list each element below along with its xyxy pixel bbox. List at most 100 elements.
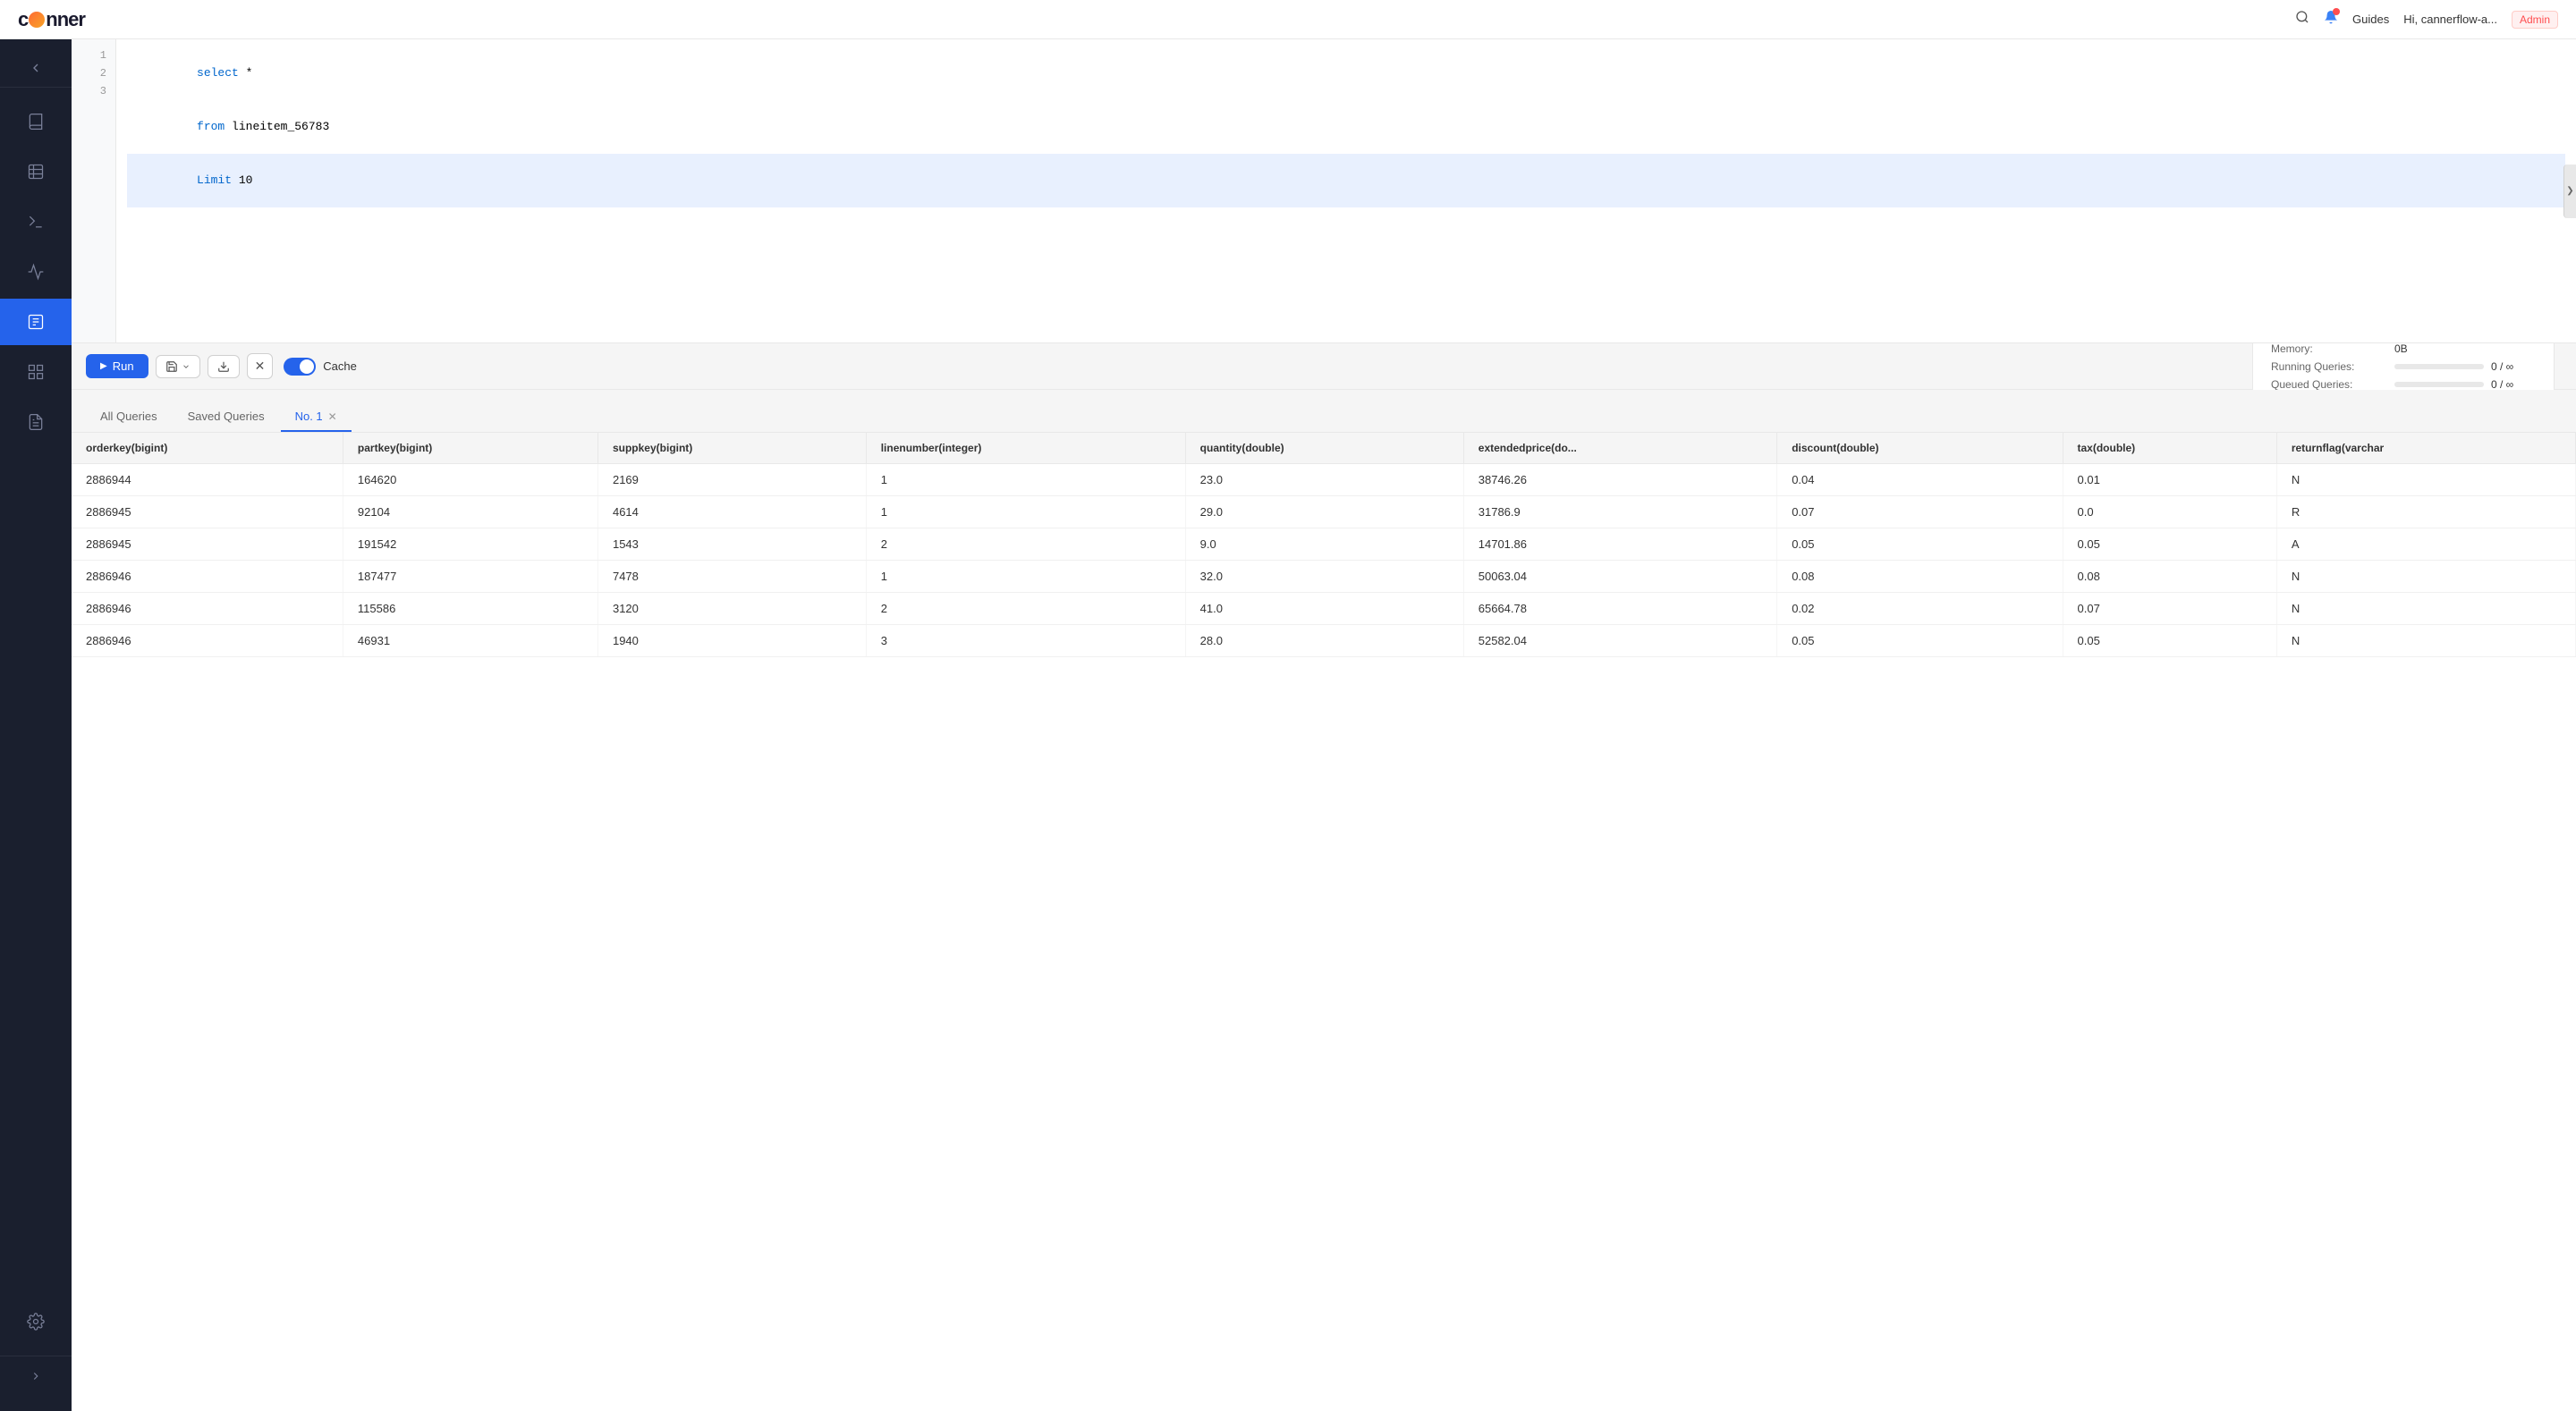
memory-metric: Memory: 0B (2271, 342, 2536, 355)
cell-5-8: N (2276, 625, 2575, 657)
running-label: Running Queries: (2271, 360, 2387, 373)
col-partkey: partkey(bigint) (343, 433, 597, 464)
cell-5-7: 0.05 (2063, 625, 2276, 657)
play-icon: ▶ (100, 361, 107, 371)
sidebar-expand-button[interactable] (0, 1356, 72, 1395)
cell-0-5: 38746.26 (1463, 464, 1776, 496)
cell-0-0: 2886944 (72, 464, 343, 496)
memory-value: 0B (2394, 342, 2439, 355)
cell-3-4: 32.0 (1185, 561, 1463, 593)
cell-3-1: 187477 (343, 561, 597, 593)
sidebar-item-query[interactable] (0, 299, 72, 345)
editor-content[interactable]: select * from lineitem_56783 Limit 10 (116, 39, 2576, 342)
running-metric: Running Queries: 0 / ∞ (2271, 360, 2536, 373)
sidebar-item-terminal[interactable] (0, 199, 72, 245)
cell-1-0: 2886945 (72, 496, 343, 528)
right-panel-toggle[interactable]: ❯ (2563, 165, 2576, 218)
queued-value: 0 / ∞ (2491, 378, 2536, 391)
cache-switch[interactable] (284, 358, 316, 376)
cell-2-2: 1543 (597, 528, 866, 561)
cell-0-7: 0.01 (2063, 464, 2276, 496)
cell-2-0: 2886945 (72, 528, 343, 561)
cell-4-8: N (2276, 593, 2575, 625)
run-label: Run (113, 359, 134, 373)
cell-4-0: 2886946 (72, 593, 343, 625)
table-row: 2886945191542154329.014701.860.050.05A (72, 528, 2576, 561)
cell-5-0: 2886946 (72, 625, 343, 657)
cell-2-3: 2 (866, 528, 1185, 561)
cell-3-8: N (2276, 561, 2575, 593)
kw-limit: Limit (197, 173, 232, 187)
table-row: 28869461874777478132.050063.040.080.08N (72, 561, 2576, 593)
table-row: 28869441646202169123.038746.260.040.01N (72, 464, 2576, 496)
running-value: 0 / ∞ (2491, 360, 2536, 373)
cell-4-7: 0.07 (2063, 593, 2276, 625)
cell-1-6: 0.07 (1777, 496, 2063, 528)
kw-select: select (197, 66, 239, 80)
line-number-1: 1 (100, 46, 106, 64)
cell-3-6: 0.08 (1777, 561, 2063, 593)
code-line-1: select * (127, 46, 2565, 100)
cell-1-4: 29.0 (1185, 496, 1463, 528)
col-extendedprice: extendedprice(do... (1463, 433, 1776, 464)
queued-label: Queued Queries: (2271, 378, 2387, 391)
col-orderkey: orderkey(bigint) (72, 433, 343, 464)
cell-5-3: 3 (866, 625, 1185, 657)
cell-1-2: 4614 (597, 496, 866, 528)
cell-4-2: 3120 (597, 593, 866, 625)
cell-0-3: 1 (866, 464, 1185, 496)
sidebar-back-button[interactable] (0, 48, 72, 88)
notification-bell[interactable] (2324, 10, 2338, 29)
cell-3-7: 0.08 (2063, 561, 2276, 593)
notification-dot (2333, 8, 2340, 15)
cell-5-6: 0.05 (1777, 625, 2063, 657)
run-button[interactable]: ▶ Run (86, 354, 148, 378)
sidebar-item-report[interactable] (0, 399, 72, 445)
cell-2-1: 191542 (343, 528, 597, 561)
guides-link[interactable]: Guides (2352, 13, 2389, 26)
cancel-button[interactable]: ✕ (247, 353, 274, 379)
cell-4-1: 115586 (343, 593, 597, 625)
tab-all-queries[interactable]: All Queries (86, 402, 172, 432)
running-bar (2394, 364, 2484, 369)
sidebar-bottom (0, 1298, 72, 1402)
cache-label: Cache (323, 359, 357, 373)
header-right: Guides Hi, cannerflow-a... Admin (2295, 10, 2558, 29)
col-quantity: quantity(double) (1185, 433, 1463, 464)
cell-2-4: 9.0 (1185, 528, 1463, 561)
save-button[interactable] (156, 355, 200, 378)
search-icon[interactable] (2295, 10, 2309, 29)
tab-no1-label: No. 1 (295, 410, 323, 423)
cell-0-4: 23.0 (1185, 464, 1463, 496)
tab-no1-close[interactable]: ✕ (328, 411, 337, 422)
editor-gutter: 1 2 3 (72, 39, 116, 342)
tab-saved-queries[interactable]: Saved Queries (174, 402, 279, 432)
editor-area: 1 2 3 select * from lineitem_56783 Limit… (72, 39, 2576, 343)
cell-0-8: N (2276, 464, 2575, 496)
code-line-2: from lineitem_56783 (127, 100, 2565, 154)
table-row: 2886946469311940328.052582.040.050.05N (72, 625, 2576, 657)
code-table: lineitem_56783 (225, 120, 329, 133)
tab-no1[interactable]: No. 1 ✕ (281, 402, 352, 432)
cache-toggle[interactable]: Cache (284, 358, 357, 376)
col-tax: tax(double) (2063, 433, 2276, 464)
sidebar-item-grid[interactable] (0, 349, 72, 395)
line-number-2: 2 (100, 64, 106, 82)
queued-bar (2394, 382, 2484, 387)
sidebar-item-chart[interactable] (0, 249, 72, 295)
sidebar-item-docs[interactable] (0, 98, 72, 145)
tab-all-queries-label: All Queries (100, 410, 157, 423)
sidebar-item-table[interactable] (0, 148, 72, 195)
download-button[interactable] (208, 355, 240, 378)
cell-2-6: 0.05 (1777, 528, 2063, 561)
cell-1-7: 0.0 (2063, 496, 2276, 528)
col-returnflag: returnflag(varchar (2276, 433, 2575, 464)
cell-4-6: 0.02 (1777, 593, 2063, 625)
cell-5-1: 46931 (343, 625, 597, 657)
logo-text: cnner (18, 8, 85, 31)
cell-3-3: 1 (866, 561, 1185, 593)
cell-0-6: 0.04 (1777, 464, 2063, 496)
cell-3-5: 50063.04 (1463, 561, 1776, 593)
sidebar-item-settings[interactable] (0, 1298, 72, 1345)
table-container[interactable]: orderkey(bigint) partkey(bigint) suppkey… (72, 433, 2576, 1411)
